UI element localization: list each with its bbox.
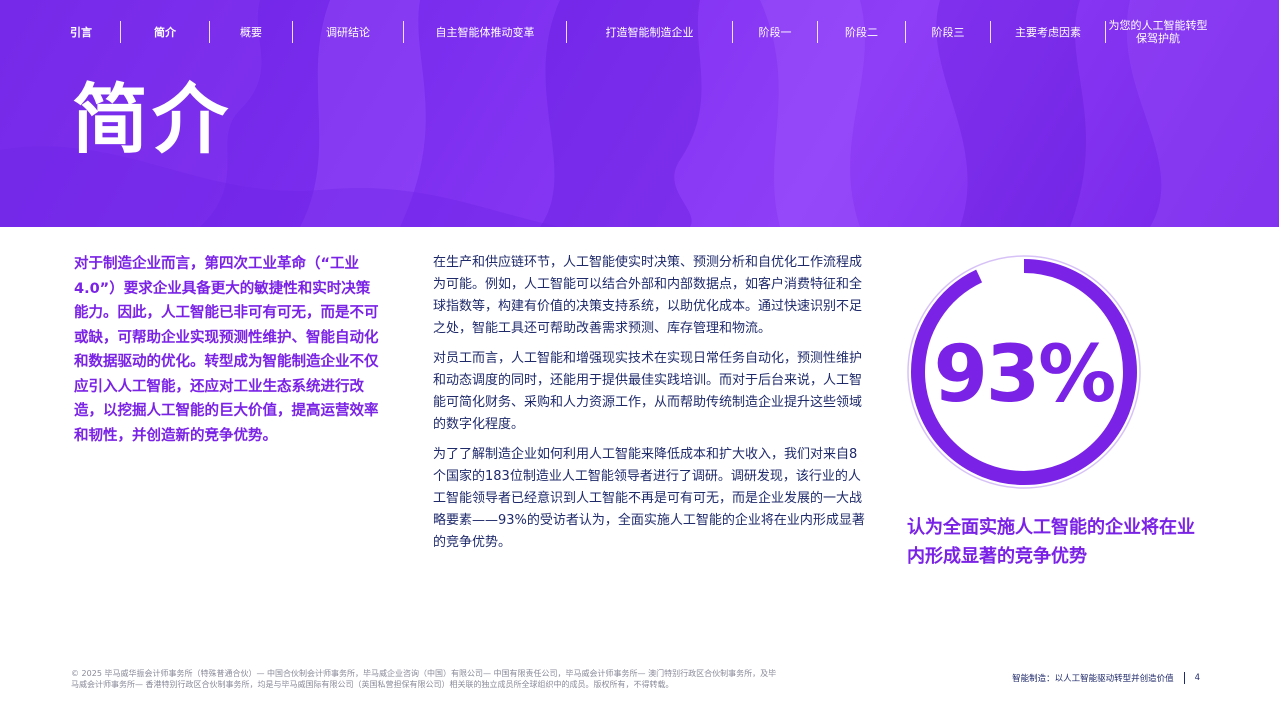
nav-item-ai-transformation[interactable]: 为您的人工智能转型保驾护航 (1106, 19, 1210, 45)
footer-doc-info: 智能制造：以人工智能驱动转型并创造价值 4 (1012, 672, 1200, 684)
nav-item-summary[interactable]: 概要 (210, 26, 292, 39)
nav-item-phase-3[interactable]: 阶段三 (906, 26, 990, 39)
nav-item-intro[interactable]: 引言 (70, 26, 96, 39)
body-text: 在生产和供应链环节，人工智能使实时决策、预测分析和自优化工作流程成为可能。例如，… (433, 252, 865, 562)
lead-paragraph: 对于制造企业而言，第四次工业革命（“工业4.0”）要求企业具备更大的敏捷性和实时… (74, 256, 379, 444)
nav-item-phase-2[interactable]: 阶段二 (818, 26, 905, 39)
page-title: 简介 (72, 75, 232, 164)
nav-item-smart-manufacturing[interactable]: 打造智能制造企业 (567, 26, 732, 39)
body-paragraph: 在生产和供应链环节，人工智能使实时决策、预测分析和自优化工作流程成为可能。例如，… (433, 255, 863, 336)
footer-separator (1183, 672, 1185, 684)
nav-item-overview-current[interactable]: 简介 (121, 26, 209, 39)
body-paragraph: 为了了解制造企业如何利用人工智能来降低成本和扩大收入，我们对来自8个国家的183… (433, 447, 865, 550)
body-paragraph: 对员工而言，人工智能和增强现实技术在实现日常任务自动化，预测性维护和动态调度的同… (433, 351, 863, 432)
stat-caption: 认为全面实施人工智能的企业将在业内形成显著的竞争优势 (907, 517, 1195, 567)
hero-banner: 引言 简介 概要 调研结论 自主智能体推动变革 打造智能制造企业 阶段一 阶段二… (0, 0, 1279, 227)
stat-value: 93% (933, 330, 1117, 420)
footer-doc-title: 智能制造：以人工智能驱动转型并创造价值 (1012, 674, 1174, 684)
nav-item-findings[interactable]: 调研结论 (293, 26, 403, 39)
nav-item-agents[interactable]: 自主智能体推动变革 (404, 26, 566, 39)
page-number: 4 (1194, 673, 1200, 683)
nav-item-key-considerations[interactable]: 主要考虑因素 (991, 26, 1105, 39)
top-navigation: 引言 简介 概要 调研结论 自主智能体推动变革 打造智能制造企业 阶段一 阶段二… (70, 18, 1210, 46)
nav-item-phase-1[interactable]: 阶段一 (733, 26, 817, 39)
footer-legal: © 2025 毕马威华振会计师事务所（特殊普通合伙）— 中国合伙制会计师事务所，… (71, 669, 777, 689)
